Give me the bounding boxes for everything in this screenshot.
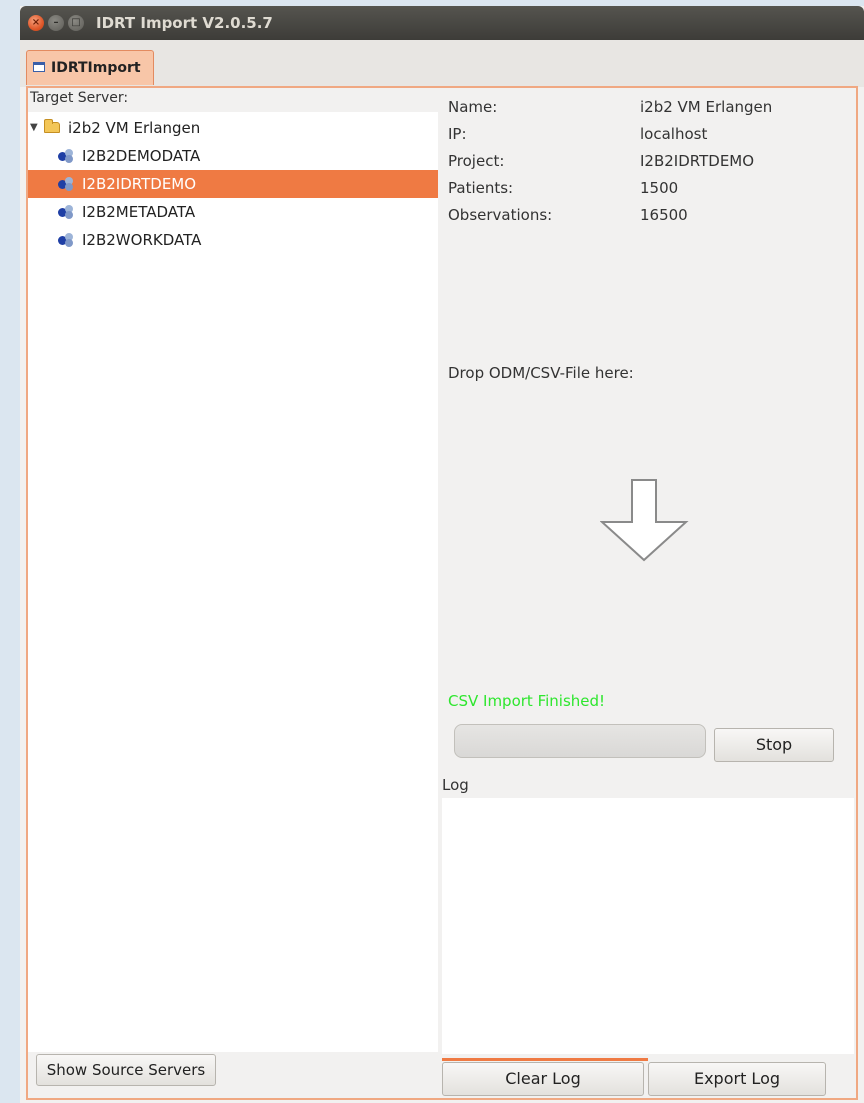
tree-item-label: I2B2WORKDATA (82, 231, 202, 249)
minimize-icon: – (53, 17, 59, 28)
log-textarea[interactable] (442, 798, 854, 1054)
window-title: IDRT Import V2.0.5.7 (96, 14, 273, 32)
close-icon: × (31, 17, 41, 28)
minimize-window-button[interactable]: – (48, 15, 64, 31)
info-row-observations: Observations: 16500 (448, 202, 848, 229)
tab-label: IDRTImport (51, 60, 141, 76)
database-project-icon (58, 177, 76, 191)
info-key: IP: (448, 125, 467, 143)
tree-item-i2b2workdata[interactable]: I2B2WORKDATA (28, 226, 438, 254)
left-pane: Target Server: ▼ i2b2 VM Erlangen I2B2DE… (28, 88, 438, 1098)
stop-button[interactable]: Stop (714, 728, 834, 762)
info-row-ip: IP: localhost (448, 121, 848, 148)
tree-item-i2b2demodata[interactable]: I2B2DEMODATA (28, 142, 438, 170)
log-label: Log (442, 776, 469, 794)
tree-root-i2b2-vm-erlangen[interactable]: ▼ i2b2 VM Erlangen (28, 114, 438, 142)
show-source-servers-button[interactable]: Show Source Servers (36, 1054, 216, 1086)
maximize-icon: □ (71, 17, 81, 28)
info-value: localhost (640, 125, 708, 143)
right-pane: Name: i2b2 VM Erlangen IP: localhost Pro… (442, 88, 856, 1098)
info-value: 16500 (640, 206, 688, 224)
drop-zone-label: Drop ODM/CSV-File here: (448, 364, 634, 382)
info-key: Patients: (448, 179, 514, 197)
log-tab-indicator (442, 1058, 648, 1061)
expander-down-icon[interactable]: ▼ (30, 114, 38, 142)
tab-idrtimport[interactable]: IDRTImport (26, 50, 154, 85)
tab-bar: IDRTImport (20, 40, 864, 87)
export-log-button[interactable]: Export Log (648, 1062, 826, 1096)
info-row-patients: Patients: 1500 (448, 175, 848, 202)
title-bar[interactable]: × – □ IDRT Import V2.0.5.7 (20, 6, 864, 40)
import-progress-bar (454, 724, 706, 758)
idrtimport-panel: Target Server: ▼ i2b2 VM Erlangen I2B2DE… (26, 86, 858, 1100)
info-row-name: Name: i2b2 VM Erlangen (448, 94, 848, 121)
clear-log-button[interactable]: Clear Log (442, 1062, 644, 1096)
database-project-icon (58, 205, 76, 219)
tree-item-label: I2B2DEMODATA (82, 147, 201, 165)
maximize-window-button[interactable]: □ (68, 15, 84, 31)
app-window: × – □ IDRT Import V2.0.5.7 IDRTImport Ta… (20, 6, 864, 1103)
tree-item-label: I2B2IDRTDEMO (82, 175, 197, 193)
tree-item-i2b2metadata[interactable]: I2B2METADATA (28, 198, 438, 226)
info-row-project: Project: I2B2IDRTDEMO (448, 148, 848, 175)
target-server-label: Target Server: (30, 90, 129, 106)
database-project-icon (58, 233, 76, 247)
tree-root-label: i2b2 VM Erlangen (68, 119, 201, 137)
folder-open-icon (44, 119, 60, 133)
window-icon (33, 62, 45, 72)
import-status-text: CSV Import Finished! (448, 692, 606, 710)
info-key: Name: (448, 98, 498, 116)
tree-item-label: I2B2METADATA (82, 203, 196, 221)
close-window-button[interactable]: × (28, 15, 44, 31)
info-key: Project: (448, 152, 505, 170)
down-arrow-icon[interactable] (600, 474, 692, 566)
info-value: 1500 (640, 179, 679, 197)
info-key: Observations: (448, 206, 553, 224)
database-project-icon (58, 149, 76, 163)
info-value: i2b2 VM Erlangen (640, 98, 773, 116)
info-value: I2B2IDRTDEMO (640, 152, 755, 170)
server-tree[interactable]: ▼ i2b2 VM Erlangen I2B2DEMODATA I2B2IDRT… (28, 112, 438, 1052)
tree-item-i2b2idrtdemo[interactable]: I2B2IDRTDEMO (28, 170, 438, 198)
